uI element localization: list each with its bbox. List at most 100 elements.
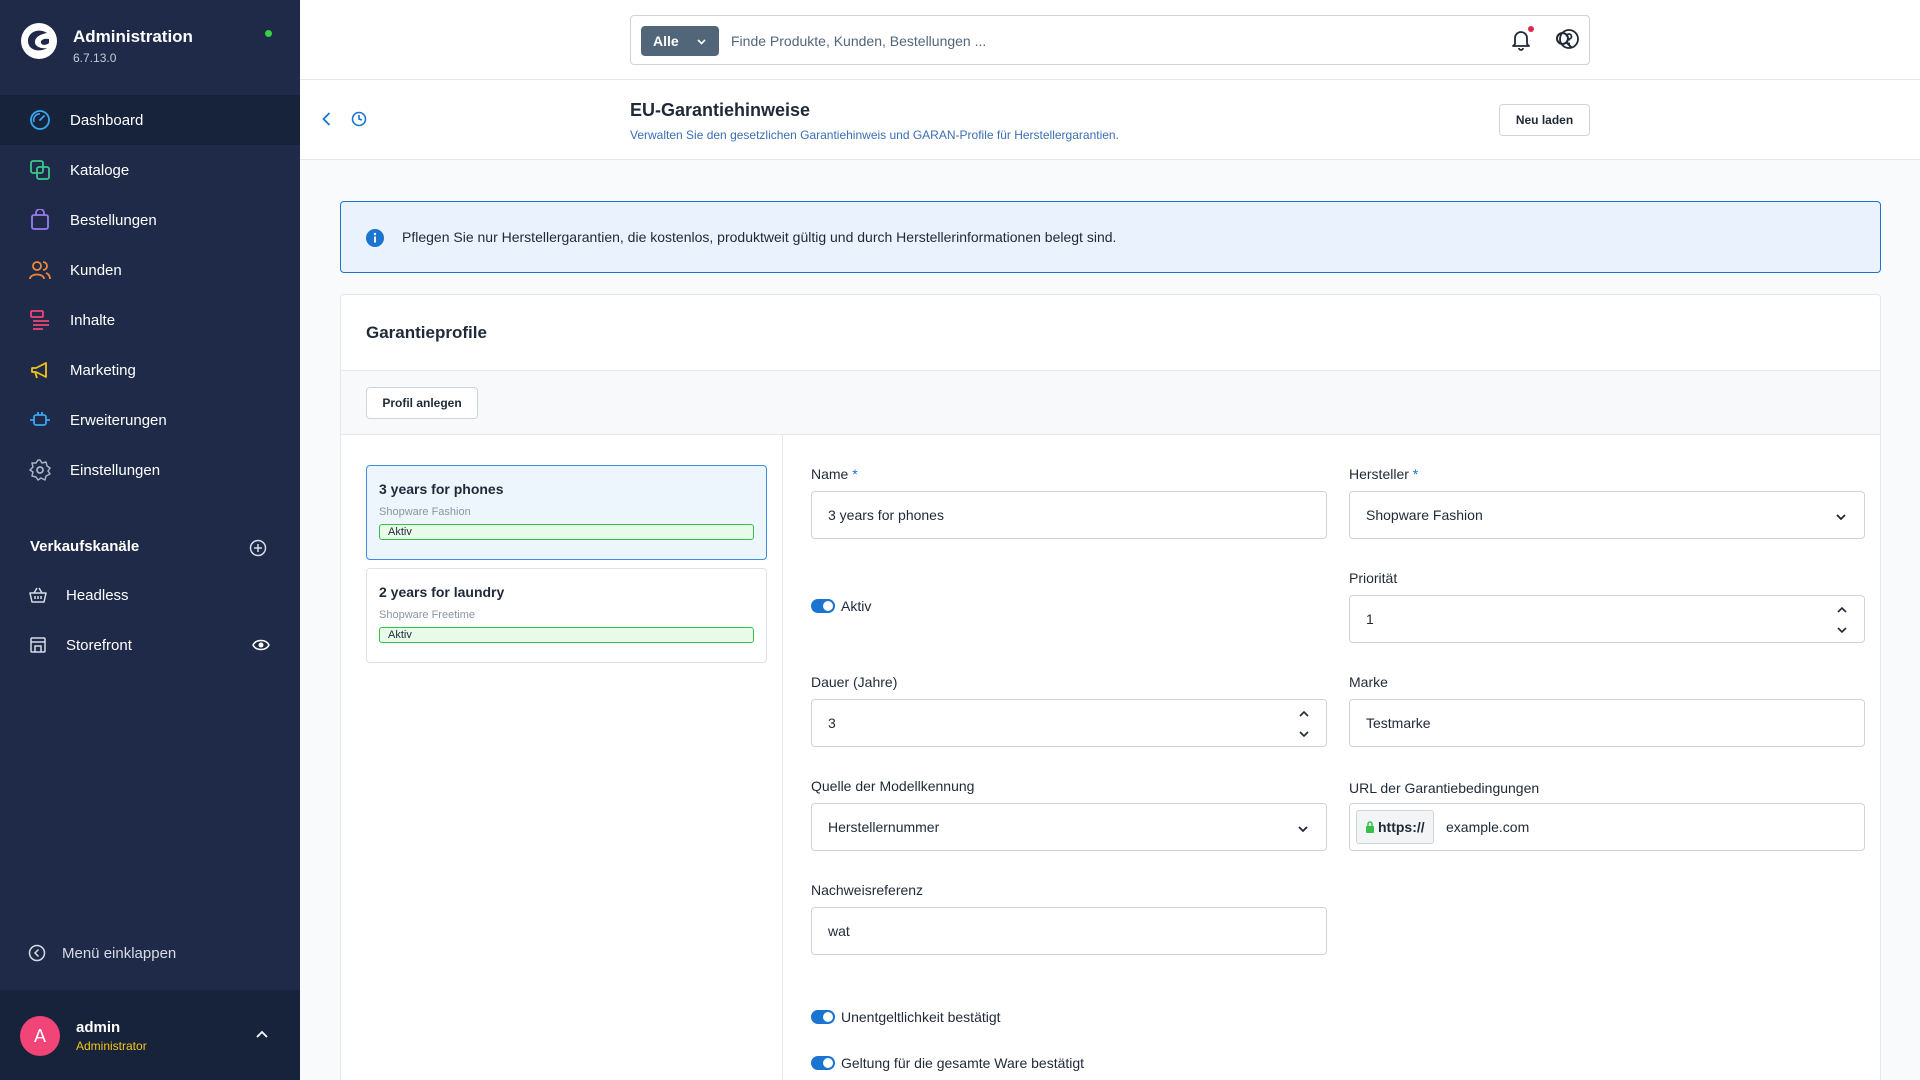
profile-manufacturer: Shopware Fashion — [379, 506, 471, 518]
nav-item-catalogs[interactable]: Kataloge — [0, 145, 300, 195]
status-badge: Aktiv — [379, 524, 754, 540]
settings-icon — [28, 458, 52, 482]
nav-item-marketing[interactable]: Marketing — [0, 345, 300, 395]
search-type-select[interactable]: Alle — [641, 26, 719, 56]
chevron-down-icon[interactable] — [1298, 728, 1310, 740]
search-input[interactable] — [731, 26, 1531, 56]
eye-icon[interactable] — [252, 636, 270, 654]
url-prefix-label: https:// — [1378, 819, 1425, 835]
status-badge: Aktiv — [379, 627, 754, 643]
page-header: EU-Garantiehinweise Verwalten Sie den ge… — [300, 80, 1920, 160]
brand-label: Marke — [1349, 674, 1388, 690]
profile-list-item[interactable]: 2 years for laundry Shopware Freetime Ak… — [366, 568, 767, 663]
history-icon[interactable] — [350, 110, 368, 128]
avatar[interactable]: A — [20, 1016, 60, 1056]
chevron-up-icon[interactable] — [255, 1027, 269, 1041]
info-alert: Pflegen Sie nur Herstellergarantien, die… — [340, 201, 1881, 273]
sales-channel-list: Headless Storefront — [0, 570, 300, 670]
chevron-up-icon[interactable] — [1836, 604, 1848, 616]
nav-item-extensions[interactable]: Erweiterungen — [0, 395, 300, 445]
collapse-menu-button[interactable]: Menü einklappen — [28, 944, 176, 962]
chevron-down-icon — [1836, 514, 1846, 521]
extensions-icon — [28, 408, 52, 432]
user-name: admin — [76, 1019, 121, 1036]
content-icon — [28, 308, 52, 332]
orders-icon — [28, 208, 52, 232]
manufacturer-label: Hersteller * — [1349, 466, 1419, 482]
create-profile-button[interactable]: Profil anlegen — [366, 387, 478, 419]
chevron-down-icon[interactable] — [1836, 624, 1848, 636]
catalog-icon — [28, 158, 52, 182]
shopware-logo[interactable] — [20, 22, 58, 60]
all-goods-toggle[interactable]: Geltung für die gesamte Ware bestätigt — [811, 1055, 1084, 1071]
url-prefix[interactable]: https:// — [1356, 810, 1434, 844]
toggle-switch[interactable] — [811, 1056, 835, 1070]
toggle-switch[interactable] — [811, 1010, 835, 1024]
evidence-label: Nachweisreferenz — [811, 882, 924, 898]
nav-label: Kunden — [70, 261, 122, 279]
free-confirmed-toggle[interactable]: Unentgeltlichkeit bestätigt — [811, 1009, 1001, 1025]
reload-button[interactable]: Neu laden — [1499, 104, 1590, 136]
nav-item-customers[interactable]: Kunden — [0, 245, 300, 295]
terms-url-label: URL der Garantiebedingungen — [1349, 780, 1540, 796]
toggle-switch[interactable] — [811, 599, 835, 613]
chevron-down-icon — [1298, 826, 1308, 833]
nav-label: Headless — [66, 586, 129, 604]
priority-label: Priorität — [1349, 570, 1398, 586]
brand-value: Testmarke — [1366, 715, 1431, 731]
online-status-dot — [265, 30, 272, 37]
priority-field[interactable]: 1 — [1349, 595, 1865, 643]
nav-label: Kataloge — [70, 161, 130, 179]
warranty-profiles-card: Garantieprofile Profil anlegen 3 years f… — [340, 294, 1881, 1080]
alert-text: Pflegen Sie nur Herstellergarantien, die… — [402, 229, 1117, 245]
sales-channel-storefront[interactable]: Storefront — [0, 620, 300, 670]
duration-field[interactable]: 3 — [811, 699, 1327, 747]
page-subtitle: Verwalten Sie den gesetzlichen Garantieh… — [630, 128, 1119, 142]
nav-label: Dashboard — [70, 111, 144, 129]
name-field[interactable]: 3 years for phones — [811, 491, 1327, 539]
chevron-up-icon[interactable] — [1298, 708, 1310, 720]
customers-icon — [28, 258, 52, 282]
divider — [782, 435, 783, 1080]
manufacturer-select[interactable]: Shopware Fashion — [1349, 491, 1865, 539]
lock-icon — [1366, 821, 1374, 833]
sales-channel-headless[interactable]: Headless — [0, 570, 300, 620]
duration-label: Dauer (Jahre) — [811, 674, 898, 690]
page-title: EU-Garantiehinweise — [630, 100, 811, 120]
nav-label: Erweiterungen — [70, 411, 167, 429]
model-source-select[interactable]: Herstellernummer — [811, 803, 1327, 851]
terms-url-field[interactable]: https:// example.com — [1349, 803, 1865, 851]
collapse-label: Menü einklappen — [62, 944, 177, 962]
brand-field[interactable]: Testmarke — [1349, 699, 1865, 747]
manufacturer-value: Shopware Fashion — [1366, 507, 1483, 523]
profile-list-item[interactable]: 3 years for phones Shopware Fashion Akti… — [366, 465, 767, 560]
nav-label: Storefront — [66, 636, 132, 654]
nav-item-settings[interactable]: Einstellungen — [0, 445, 300, 495]
marketing-icon — [28, 358, 52, 382]
profile-list: 3 years for phones Shopware Fashion Akti… — [366, 465, 767, 671]
nav-label: Bestellungen — [70, 211, 157, 229]
chevron-left-circle-icon — [28, 944, 46, 962]
global-search: Alle — [630, 15, 1590, 65]
name-label: Name * — [811, 466, 858, 482]
evidence-field[interactable]: wat — [811, 907, 1327, 955]
nav-item-content[interactable]: Inhalte — [0, 295, 300, 345]
nav-label: Inhalte — [70, 311, 116, 329]
card-title: Garantieprofile — [366, 323, 487, 342]
active-toggle[interactable]: Aktiv — [811, 598, 871, 614]
back-arrow-icon[interactable] — [318, 110, 336, 128]
info-icon — [366, 229, 384, 247]
nav-item-dashboard[interactable]: Dashboard — [0, 95, 300, 145]
active-label: Aktiv — [841, 598, 872, 614]
help-icon[interactable] — [1558, 28, 1580, 50]
topbar: Alle — [300, 0, 1920, 80]
nav-item-orders[interactable]: Bestellungen — [0, 195, 300, 245]
model-source-value: Herstellernummer — [828, 819, 940, 835]
name-value: 3 years for phones — [828, 507, 944, 523]
profile-manufacturer: Shopware Freetime — [379, 609, 475, 621]
add-sales-channel-icon[interactable] — [249, 539, 267, 557]
free-confirmed-label: Unentgeltlichkeit bestätigt — [841, 1009, 1001, 1025]
storefront-icon — [28, 633, 48, 657]
duration-value: 3 — [828, 715, 836, 731]
evidence-value: wat — [828, 923, 850, 939]
